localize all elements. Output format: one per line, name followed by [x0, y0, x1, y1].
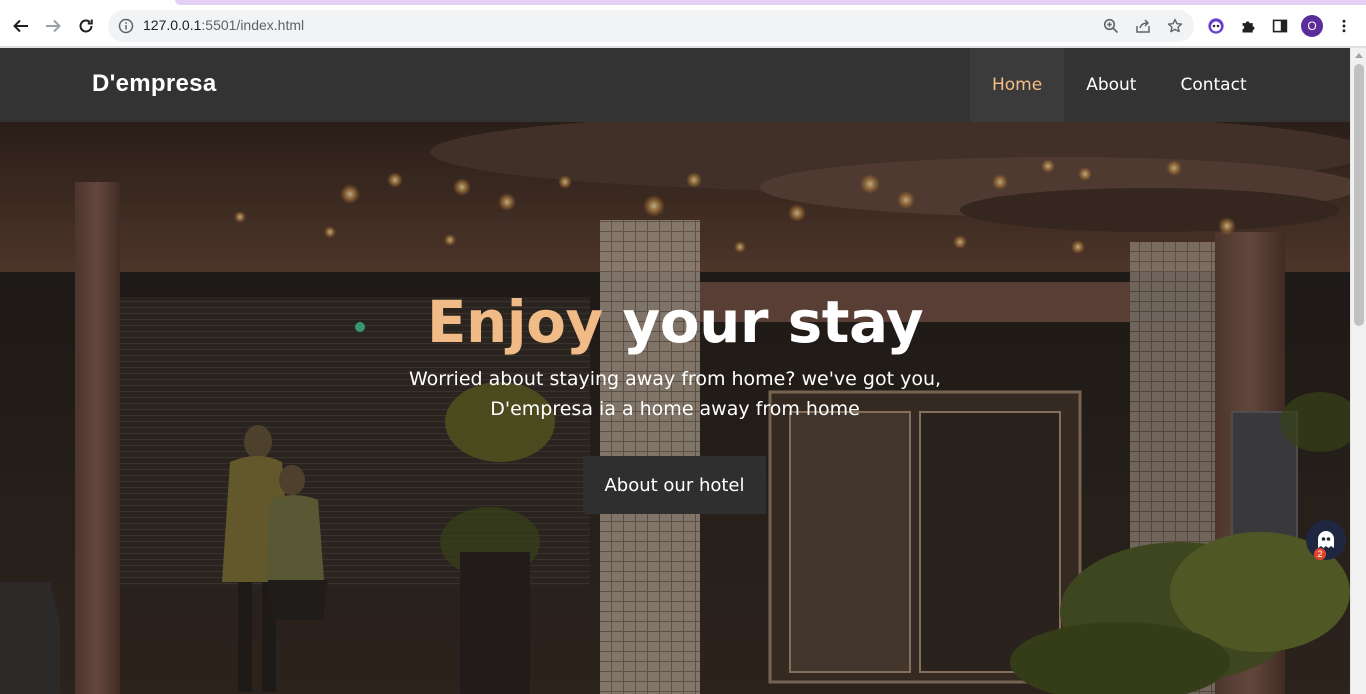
- zoom-icon[interactable]: [1103, 18, 1119, 34]
- nav-link-about[interactable]: About: [1064, 48, 1158, 122]
- address-url: 127.0.0.1:5501/index.html: [143, 17, 305, 33]
- hero-title-rest: your stay: [602, 288, 924, 356]
- nav-link-home[interactable]: Home: [970, 48, 1065, 122]
- star-icon[interactable]: [1167, 18, 1183, 34]
- forward-arrow-icon[interactable]: [40, 13, 66, 39]
- scroll-up-arrow-icon[interactable]: [1355, 53, 1363, 58]
- page-scrollbar[interactable]: [1350, 48, 1366, 694]
- puzzle-icon[interactable]: [1238, 16, 1258, 36]
- nav-links: Home About Contact: [970, 48, 1269, 122]
- page-viewport: D'empresa Home About Contact Enjoy your …: [0, 48, 1350, 694]
- notification-badge: 2: [1314, 548, 1326, 560]
- ghost-extension-icon[interactable]: [1206, 16, 1226, 36]
- nav-link-contact[interactable]: Contact: [1158, 48, 1268, 122]
- hero-title-accent: Enjoy: [426, 288, 603, 356]
- browser-toolbar: 127.0.0.1:5501/index.html O: [0, 5, 1366, 47]
- share-icon[interactable]: [1135, 18, 1151, 34]
- hero-title: Enjoy your stay: [0, 288, 1350, 356]
- hero-subtitle-line2: D'empresa ia a home away from home: [490, 398, 860, 420]
- floating-assistant-bubble[interactable]: 2: [1306, 520, 1346, 560]
- hero-subtitle-line1: Worried about staying away from home? we…: [408, 368, 942, 390]
- side-panel-icon[interactable]: [1270, 16, 1290, 36]
- address-bar[interactable]: 127.0.0.1:5501/index.html: [108, 10, 1194, 42]
- back-arrow-icon[interactable]: [8, 13, 34, 39]
- site-navbar: D'empresa Home About Contact: [0, 48, 1350, 122]
- site-info-icon[interactable]: [118, 18, 134, 34]
- hero-subtitle: Worried about staying away from home? we…: [0, 364, 1350, 424]
- kebab-menu-icon[interactable]: [1334, 16, 1354, 36]
- profile-avatar[interactable]: O: [1301, 15, 1323, 37]
- site-brand-logo[interactable]: D'empresa: [92, 70, 216, 98]
- reload-icon[interactable]: [73, 13, 99, 39]
- scrollbar-thumb[interactable]: [1354, 64, 1364, 326]
- about-hotel-button[interactable]: About our hotel: [583, 456, 766, 514]
